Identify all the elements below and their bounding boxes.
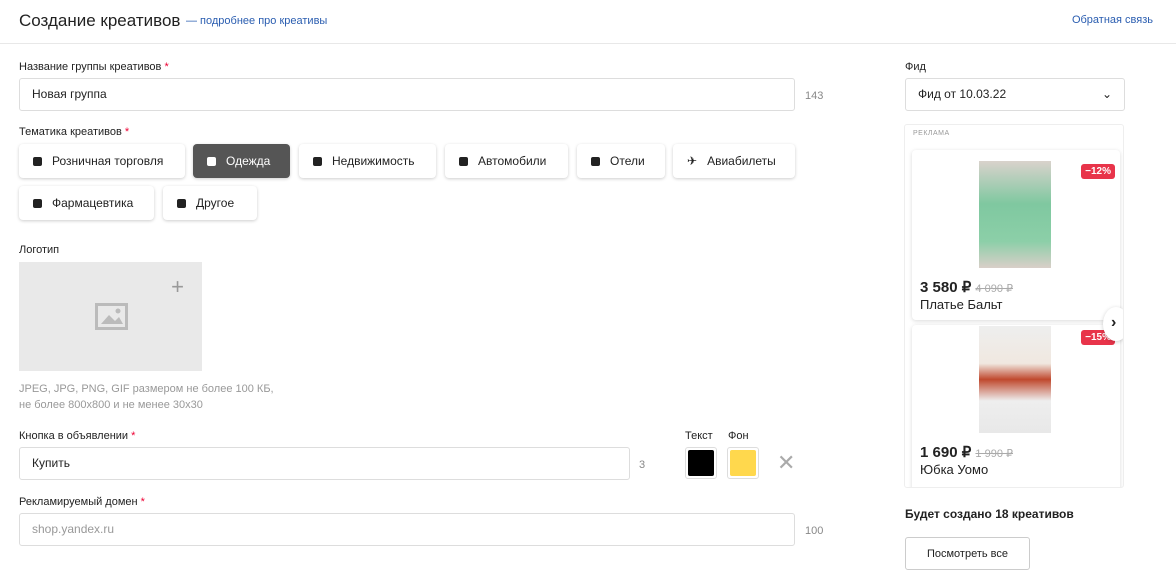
theme-realty[interactable]: Недвижимость (299, 144, 436, 178)
product-card[interactable]: −15% 1 690 ₽ 1 990 ₽ Юбка Уомо (912, 325, 1120, 487)
chip-label: Фармацевтика (52, 196, 134, 210)
logo-hint: JPEG, JPG, PNG, GIF размером не более 10… (19, 383, 274, 395)
button-text-input[interactable]: Купить (19, 447, 630, 480)
domain-counter: 100 (805, 525, 824, 537)
text-color-label: Текст (685, 430, 713, 442)
discount-badge: −12% (1081, 164, 1115, 179)
feed-select[interactable]: Фид от 10.03.22 ⌄ (905, 78, 1125, 111)
chip-label: Автомобили (478, 154, 547, 168)
chevron-down-icon: ⌄ (1101, 87, 1112, 101)
plus-icon: + (171, 274, 184, 299)
bg-color-picker[interactable] (727, 447, 759, 479)
product-image (979, 326, 1051, 433)
theme-retail[interactable]: Розничная торговля (19, 144, 185, 178)
old-price: 4 090 ₽ (975, 283, 1014, 295)
bed-icon (591, 156, 600, 166)
tshirt-icon (207, 156, 216, 166)
theme-hotels[interactable]: Отели (577, 144, 665, 178)
chip-label: Недвижимость (332, 154, 415, 168)
chip-label: Одежда (226, 154, 271, 168)
view-all-button[interactable]: Посмотреть все (905, 537, 1030, 570)
feedback-link[interactable]: Обратная связь (1072, 14, 1153, 26)
shopping-bag-icon (33, 156, 42, 166)
domain-input[interactable]: shop.yandex.ru (19, 513, 795, 546)
briefcase-icon (177, 198, 186, 208)
product-name: Юбка Уомо (920, 462, 989, 477)
product-image (979, 161, 1051, 268)
feed-value: Фид от 10.03.22 (918, 87, 1007, 101)
chip-label: Авиабилеты (707, 154, 776, 168)
close-icon[interactable]: ✕ (777, 450, 795, 476)
product-price: 1 690 ₽ 1 990 ₽ (920, 444, 1014, 461)
more-about-creatives-link[interactable]: — подробнее про креативы (186, 15, 327, 27)
logo-label: Логотип (19, 244, 60, 256)
domain-label: Рекламируемый домен * (19, 496, 145, 508)
theme-flights[interactable]: ✈ Авиабилеты (673, 144, 795, 178)
ad-preview: РЕКЛАМА −12% 3 580 ₽ 4 090 ₽ Платье Баль… (904, 124, 1124, 488)
chip-label: Розничная торговля (52, 154, 164, 168)
button-text-counter: 3 (639, 459, 646, 471)
bg-color-label: Фон (728, 430, 749, 442)
ad-label: РЕКЛАМА (913, 130, 950, 137)
button-label: Кнопка в объявлении * (19, 430, 136, 442)
text-color-picker[interactable] (685, 447, 717, 479)
old-price: 1 990 ₽ (975, 448, 1014, 460)
image-icon (95, 303, 128, 330)
product-price: 3 580 ₽ 4 090 ₽ (920, 279, 1014, 296)
building-icon (313, 156, 322, 166)
theme-label: Тематика креативов * (19, 126, 130, 138)
product-card[interactable]: −12% 3 580 ₽ 4 090 ₽ Платье Бальт (912, 150, 1120, 320)
chevron-right-icon[interactable]: › (1103, 307, 1123, 341)
logo-upload[interactable]: + (19, 262, 202, 371)
group-name-counter: 143 (805, 90, 824, 102)
chip-label: Другое (196, 196, 235, 210)
logo-hint-2: не более 800x800 и не менее 30x30 (19, 399, 203, 411)
group-name-label: Название группы креативов * (19, 61, 169, 73)
theme-other[interactable]: Другое (163, 186, 257, 220)
product-name: Платье Бальт (920, 297, 1003, 312)
car-icon (459, 156, 468, 166)
page-title: Создание креативов (19, 11, 181, 30)
header: Создание креативов — подробнее про креат… (0, 0, 1176, 44)
theme-cars[interactable]: Автомобили (445, 144, 568, 178)
chip-label: Отели (610, 154, 645, 168)
theme-pharma[interactable]: Фармацевтика (19, 186, 154, 220)
feed-label: Фид (905, 61, 926, 73)
creatives-count-summary: Будет создано 18 креативов (905, 507, 1074, 521)
medkit-icon (33, 198, 42, 208)
group-name-input[interactable]: Новая группа (19, 78, 795, 111)
theme-clothes[interactable]: Одежда (193, 144, 290, 178)
plane-icon: ✈ (687, 154, 698, 168)
